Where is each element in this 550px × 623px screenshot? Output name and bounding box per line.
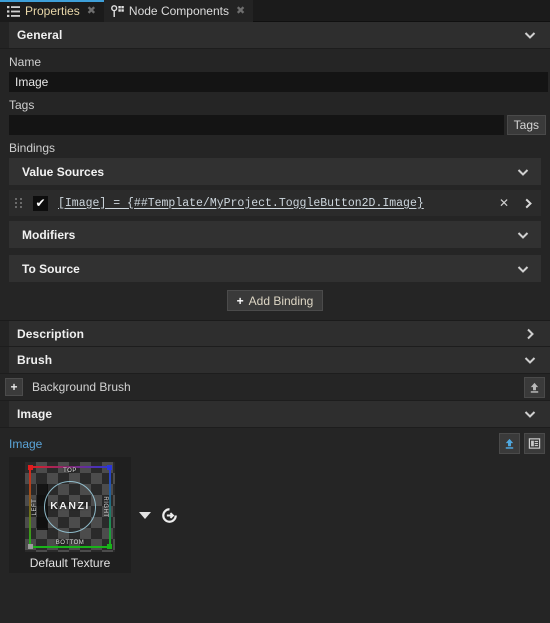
name-label: Name: [9, 55, 42, 69]
binding-enabled-checkbox[interactable]: ✔: [33, 195, 48, 211]
chevron-down-icon[interactable]: [517, 263, 529, 275]
texture-picker: TOP BOTTOM LEFT RIGHT KANZI Default Text…: [0, 457, 550, 573]
texture-thumbnail-card[interactable]: TOP BOTTOM LEFT RIGHT KANZI Default Text…: [9, 457, 131, 573]
texture-watermark: KANZI: [50, 500, 90, 512]
section-title-description: Description: [17, 326, 85, 341]
table-row[interactable]: ✔ [Image] = {##Template/MyProject.Toggle…: [9, 190, 541, 216]
tab-node-components-label: Node Components: [128, 4, 229, 18]
chevron-right-icon[interactable]: [517, 192, 539, 214]
node-components-icon: [111, 4, 124, 18]
subsection-header-value-sources[interactable]: Value Sources: [9, 158, 541, 185]
background-brush-label: Background Brush: [32, 380, 131, 394]
tags-row: Tags: [0, 115, 546, 135]
drag-handle-icon[interactable]: [15, 197, 25, 209]
tab-properties-label: Properties: [25, 4, 80, 18]
chevron-down-icon[interactable]: [517, 229, 529, 241]
add-background-brush-button[interactable]: +: [5, 378, 23, 396]
tab-bar: Properties ✖ Node Components ✖: [0, 0, 550, 22]
section-title-brush: Brush: [17, 353, 53, 367]
binding-list: ✔ [Image] = {##Template/MyProject.Toggle…: [0, 185, 550, 221]
chevron-down-icon[interactable]: [524, 408, 536, 420]
plus-icon: +: [236, 293, 244, 308]
texture-name-label: Default Texture: [29, 556, 111, 570]
section-header-brush[interactable]: Brush: [0, 347, 550, 374]
tags-button[interactable]: Tags: [506, 115, 546, 135]
binding-row-actions: ✕: [493, 192, 539, 214]
name-input[interactable]: Image: [9, 72, 548, 92]
reset-icon[interactable]: [161, 507, 178, 524]
section-title-general: General: [17, 28, 63, 42]
subsection-header-to-source[interactable]: To Source: [9, 255, 541, 282]
subsection-header-modifiers[interactable]: Modifiers: [9, 221, 541, 248]
chevron-down-icon[interactable]: [524, 354, 536, 366]
tab-properties-close-icon[interactable]: ✖: [85, 5, 98, 17]
add-binding-label: Add Binding: [248, 293, 314, 308]
texture-edge-label-bottom: BOTTOM: [55, 540, 85, 546]
section-title-image: Image: [17, 407, 53, 421]
upload-icon[interactable]: [524, 376, 545, 398]
texture-preview[interactable]: TOP BOTTOM LEFT RIGHT KANZI: [25, 462, 115, 552]
subsection-title-modifiers: Modifiers: [22, 227, 76, 242]
image-property-actions: [499, 433, 545, 454]
tags-input[interactable]: [9, 115, 504, 135]
section-header-description[interactable]: Description: [0, 320, 550, 347]
tab-node-components-close-icon[interactable]: ✖: [234, 5, 247, 17]
image-property-header: Image: [0, 428, 550, 457]
tab-node-components[interactable]: Node Components ✖: [103, 0, 254, 22]
bindings-label: Bindings: [9, 141, 56, 155]
tags-label: Tags: [9, 98, 35, 112]
add-binding-button[interactable]: + Add Binding: [226, 290, 324, 311]
chevron-down-icon[interactable]: [524, 29, 536, 41]
subsection-title-value-sources: Value Sources: [22, 164, 105, 179]
list-icon: [7, 5, 20, 18]
upload-icon[interactable]: [499, 433, 520, 454]
texture-controls: [131, 507, 178, 524]
subsection-title-to-source: To Source: [22, 261, 80, 276]
add-binding-row: + Add Binding: [0, 282, 550, 320]
tab-properties[interactable]: Properties ✖: [0, 0, 104, 22]
properties-panel-icon[interactable]: [524, 433, 545, 454]
close-icon[interactable]: ✕: [493, 192, 515, 214]
general-body: Name Image Tags Tags Bindings Value Sour…: [0, 49, 550, 320]
chevron-down-icon[interactable]: [139, 511, 151, 519]
section-header-general[interactable]: General: [0, 22, 550, 49]
property-row-background-brush[interactable]: + Background Brush: [0, 374, 550, 401]
chevron-right-icon[interactable]: [524, 328, 536, 340]
texture-border-bottom: [29, 546, 111, 548]
texture-edge-label-top: TOP: [63, 468, 77, 474]
binding-expression[interactable]: [Image] = {##Template/MyProject.ToggleBu…: [58, 197, 424, 210]
chevron-down-icon[interactable]: [517, 166, 529, 178]
image-property-label: Image: [9, 436, 43, 451]
section-header-image[interactable]: Image: [0, 401, 550, 428]
